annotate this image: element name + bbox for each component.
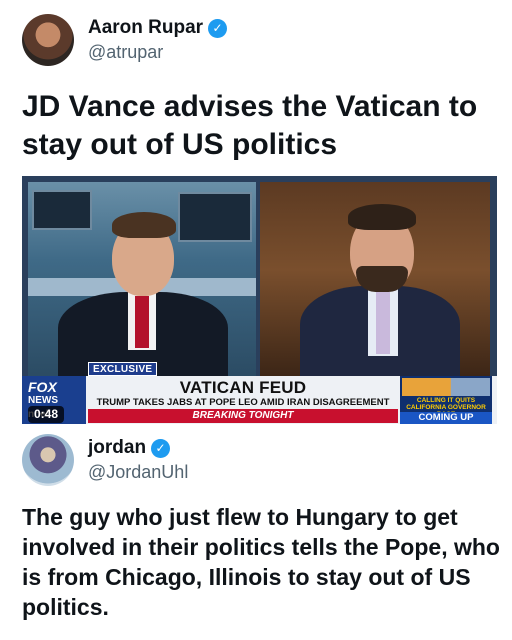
video-panel-guest [260, 182, 490, 378]
anchor-tie [135, 296, 149, 348]
network-name: FOX [28, 379, 57, 395]
author-handle[interactable]: @JordanUhl [88, 462, 188, 483]
tweet1-text: JD Vance advises the Vatican to stay out… [22, 90, 478, 161]
tweet2-text: The guy who just flew to Hungary to get … [22, 504, 500, 620]
tweet1-author: Aaron Rupar ✓ @atrupar [88, 17, 228, 63]
verified-badge-icon: ✓ [208, 18, 228, 38]
tweet2-author: jordan ✓ @JordanUhl [88, 437, 188, 483]
newsroom-monitor [178, 192, 252, 242]
guest-beard [356, 266, 408, 292]
tweet2-name-row: jordan ✓ [88, 437, 188, 459]
author-name[interactable]: jordan [88, 437, 146, 459]
video-player[interactable]: EXCLUSIVE FOX NEWS nnel VATICAN FEUD TRU… [22, 176, 497, 424]
video-panel-anchor [28, 182, 256, 378]
chyron-subheadline: TRUMP TAKES JABS AT POPE LEO AMID IRAN D… [96, 397, 390, 408]
chyron-headline: VATICAN FEUD [179, 378, 307, 397]
breaking-bar: BREAKING TONIGHT [88, 409, 398, 423]
promo-caption-main: CALLING IT QUITS [416, 397, 476, 404]
tweet1-header: Aaron Rupar ✓ @atrupar [22, 14, 228, 66]
exclusive-tag: EXCLUSIVE [88, 362, 158, 376]
avatar[interactable] [22, 14, 74, 66]
author-handle[interactable]: @atrupar [88, 42, 227, 63]
tweet1-name-row: Aaron Rupar ✓ [88, 17, 228, 39]
guest-tie [376, 292, 390, 354]
verified-badge-icon: ✓ [151, 438, 171, 458]
guest-hair [348, 204, 416, 230]
anchor-hair [112, 212, 176, 238]
newsroom-monitor [32, 190, 92, 230]
promo-thumbnail [402, 378, 490, 396]
coming-up-label: COMING UP [400, 412, 492, 424]
author-name[interactable]: Aaron Rupar [88, 17, 203, 39]
tweet-screenshot: Aaron Rupar ✓ @atrupar JD Vance advises … [0, 0, 512, 640]
tweet2-header: jordan ✓ @JordanUhl [22, 434, 188, 486]
avatar[interactable] [22, 434, 74, 486]
video-duration: 0:48 [28, 406, 65, 423]
